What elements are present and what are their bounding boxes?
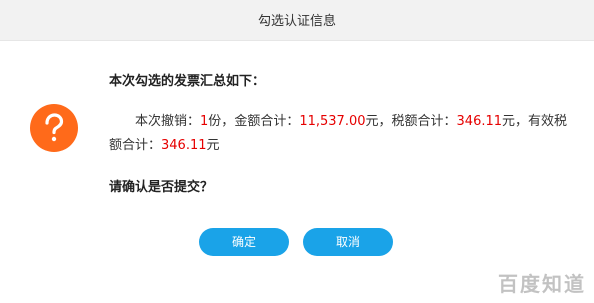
summary-heading: 本次勾选的发票汇总如下：	[109, 74, 266, 89]
yuan-label-2: 元，	[502, 114, 529, 129]
question-mark-icon	[30, 104, 78, 152]
yuan-label-end: 元	[206, 138, 220, 153]
summary-text: 本次撤销：1份，金额合计：11,537.00元，税额合计：346.11元，有效税…	[109, 110, 569, 158]
dialog-header: 勾选认证信息	[0, 0, 594, 41]
cancel-label: 本次撤销：	[135, 114, 201, 129]
tax-value: 346.11	[456, 114, 503, 129]
cancel-button[interactable]: 取消	[303, 228, 393, 256]
dialog-title: 勾选认证信息	[257, 14, 336, 29]
amount-value: 11,537.00	[299, 114, 366, 129]
tax-label: 税额合计：	[391, 114, 457, 129]
confirm-question: 请确认是否提交？	[109, 180, 214, 195]
confirm-button[interactable]: 确定	[199, 228, 289, 256]
confirm-dialog: 勾选认证信息 本次勾选的发票汇总如下： 本次撤销：1份，金额合计：11,537.…	[0, 0, 594, 303]
amount-label: 金额合计：	[234, 114, 300, 129]
yuan-label-1: 元，	[365, 114, 392, 129]
unit-fen: 份，	[208, 114, 235, 129]
effective-tax-value: 346.11	[161, 138, 207, 153]
watermark-logo: 百度知道	[498, 272, 586, 296]
